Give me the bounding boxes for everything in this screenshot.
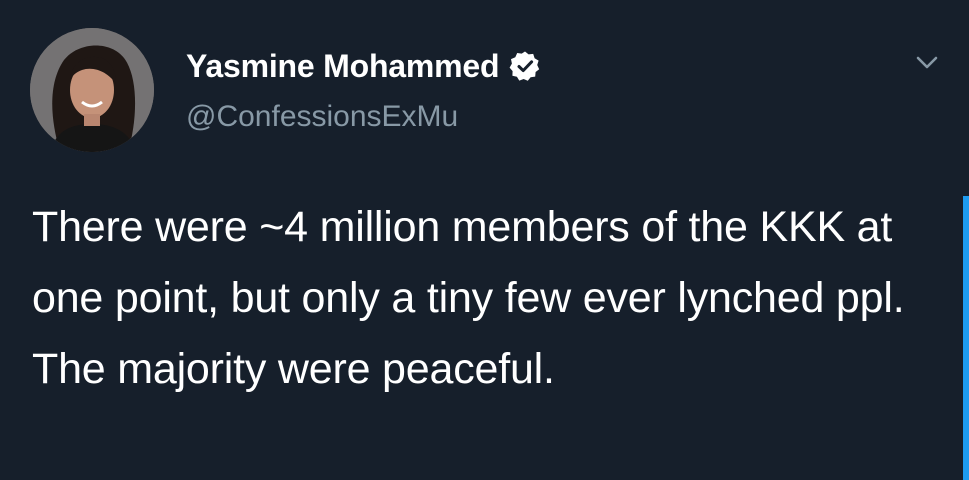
- verified-badge-icon: [509, 50, 541, 82]
- author-row: Yasmine Mohammed: [186, 46, 541, 86]
- avatar-image: [30, 28, 154, 152]
- avatar[interactable]: [30, 28, 154, 152]
- tweet-card: Yasmine Mohammed @ConfessionsExMu There …: [0, 0, 969, 480]
- chevron-down-icon[interactable]: [913, 48, 941, 76]
- tweet-text: There were ~4 million members of the KKK…: [32, 203, 905, 393]
- display-name[interactable]: Yasmine Mohammed: [186, 48, 500, 85]
- author-handle[interactable]: @ConfessionsExMu: [186, 100, 458, 134]
- scroll-edge-indicator: [963, 196, 969, 480]
